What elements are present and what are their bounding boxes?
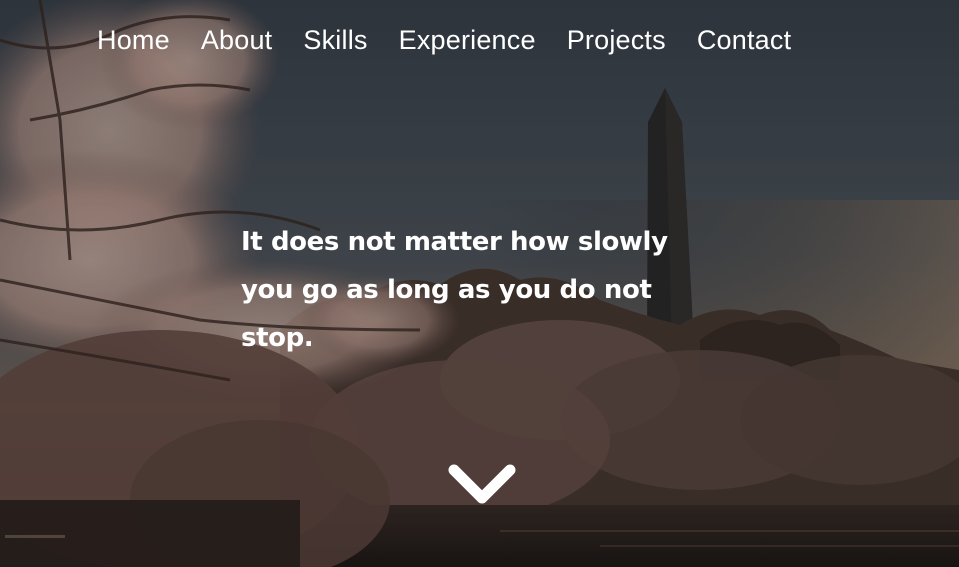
nav-link-projects[interactable]: Projects	[567, 25, 666, 56]
nav-link-skills[interactable]: Skills	[303, 25, 367, 56]
scroll-down-button[interactable]	[446, 460, 518, 510]
nav-link-home[interactable]: Home	[97, 25, 170, 56]
chevron-down-icon	[448, 464, 516, 504]
hero-quote: It does not matter how slowly you go as …	[241, 227, 668, 353]
nav-link-about[interactable]: About	[201, 25, 273, 56]
nav-link-contact[interactable]: Contact	[697, 25, 791, 56]
top-nav: Home About Skills Experience Projects Co…	[97, 20, 791, 60]
hero-section: Home About Skills Experience Projects Co…	[0, 0, 959, 567]
nav-link-experience[interactable]: Experience	[399, 25, 536, 56]
